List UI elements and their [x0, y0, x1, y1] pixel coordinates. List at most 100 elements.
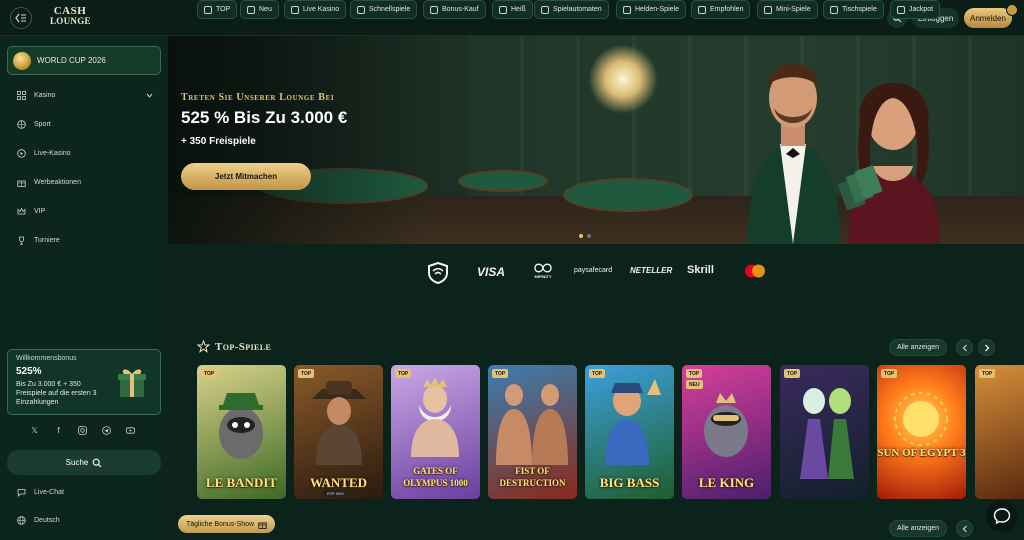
live-icon [291, 5, 299, 14]
top-badge: TOP [979, 369, 996, 378]
category-label: TOP [216, 6, 231, 13]
chevron-down-icon[interactable] [146, 93, 153, 98]
category-helden-spiele[interactable]: Helden-Spiele [616, 0, 686, 19]
visa-logo: VISA [477, 265, 506, 279]
category-jackpot[interactable]: Jackpot [890, 0, 941, 19]
sidebar-item-label: Live-Kasino [34, 149, 71, 157]
crown-icon [16, 206, 26, 216]
game-title: LE BANDIT [205, 475, 278, 490]
category-heiss[interactable]: Heiß [492, 0, 533, 19]
skrill-logo: Skrill [687, 264, 714, 276]
mini-games-icon [764, 5, 772, 14]
category-spielautomaten[interactable]: Spielautomaten [534, 0, 609, 19]
category-label: Heiß [511, 6, 526, 13]
world-cup-banner[interactable]: WORLD CUP 2026 [7, 46, 161, 75]
gift-icon [16, 177, 26, 187]
fire-icon [499, 5, 507, 14]
join-now-button[interactable]: Jetzt Mitmachen [181, 163, 311, 190]
hero-icon [623, 5, 631, 14]
category-schnellspiele[interactable]: Schnellspiele [350, 0, 418, 19]
language-label: Deutsch [34, 516, 60, 524]
sidebar-item-sport[interactable]: Sport [16, 118, 51, 130]
carousel-next-button[interactable] [978, 339, 995, 356]
category-top[interactable]: TOP [197, 0, 238, 19]
sidebar-item-werbeaktionen[interactable]: Werbeaktionen [16, 176, 81, 188]
game-tile-big-bass[interactable]: TOP BIG BASS [585, 365, 674, 499]
category-tischspiele[interactable]: Tischspiele [823, 0, 884, 19]
game-title: SUN OF EGYPT 3 [877, 447, 966, 459]
daily-bonus-show-button[interactable]: Tägliche Bonus-Show [178, 515, 276, 533]
game-tile-partial[interactable]: TOP [975, 365, 1024, 499]
game-tile-wanted[interactable]: TOP WANTED RTP 96% [294, 365, 383, 499]
category-label: Mini-Spiele [776, 6, 811, 13]
second-section-show-all-button[interactable]: Alle anzeigen [889, 520, 947, 537]
poker-table-image [563, 178, 693, 212]
category-mini-spiele[interactable]: Mini-Spiele [757, 0, 818, 19]
category-label: Neu [259, 6, 272, 13]
category-empfohlen[interactable]: Empfohlen [691, 0, 751, 19]
sidebar-item-live-kasino[interactable]: Live-Kasino [16, 147, 71, 159]
game-title: WANTED [309, 475, 368, 490]
sidebar-item-label: VIP [34, 207, 46, 215]
category-live-kasino[interactable]: Live Kasino [284, 0, 347, 19]
gift-notification-icon[interactable] [1006, 4, 1018, 16]
top-badge: TOP [881, 369, 898, 378]
category-label: Live Kasino [303, 6, 340, 13]
game-tile-le-king[interactable]: TOP NEU LE KING [682, 365, 771, 499]
second-carousel-prev-button[interactable] [956, 520, 973, 537]
search-label: Suche [65, 458, 89, 467]
hero-dot-active[interactable] [579, 234, 583, 238]
welcome-bonus-card[interactable]: Willkommensbonus 525% Bis Zu 3.000 € + 3… [7, 349, 161, 415]
youtube-icon[interactable] [126, 426, 135, 435]
game-tile-gates-of-olympus[interactable]: TOP GATES OF OLYMPUS 1000 [391, 365, 480, 499]
instagram-icon[interactable] [78, 426, 87, 435]
game-tile-skeleton[interactable]: TOP [780, 365, 869, 499]
category-bonus-kauf[interactable]: Bonus-Kauf [423, 0, 486, 19]
brand-logo[interactable]: CASH LOUNGE [50, 5, 91, 27]
menu-toggle-icon[interactable] [10, 7, 32, 29]
bonus-icon [430, 5, 438, 14]
facebook-icon[interactable]: f [54, 426, 63, 435]
game-tile-sun-of-egypt-3[interactable]: TOP SUN OF EGYPT 3 [877, 365, 966, 499]
top-badge: TOP [201, 369, 218, 378]
mastercard-logo [743, 263, 767, 279]
sidebar-item-label: Sport [34, 120, 51, 128]
register-button[interactable]: Anmelden [964, 8, 1012, 28]
top-badge: TOP [686, 369, 703, 378]
game-tile-le-bandit[interactable]: TOP LE BANDIT [197, 365, 286, 499]
x-icon[interactable]: 𝕏 [30, 426, 39, 435]
logo-line2: LOUNGE [50, 16, 91, 26]
sidebar-item-turniere[interactable]: Turniere [16, 234, 60, 246]
bonus-description: Bis Zu 3.000 € + 350 Freispiele auf die … [16, 381, 97, 406]
woman-in-red-dress-image [838, 82, 940, 244]
slot-icon [541, 5, 549, 14]
skeleton-character-image [800, 388, 854, 479]
hero-banner[interactable]: Treten Sie Unserer Lounge Bei 525 % Bis … [168, 36, 1024, 244]
hero-dot[interactable] [587, 234, 591, 238]
category-neu[interactable]: Neu [240, 0, 279, 19]
top-badge: TOP [784, 369, 801, 378]
sidebar-search-button[interactable]: Suche [7, 450, 161, 475]
sidebar-language[interactable]: Deutsch [16, 514, 60, 526]
star-icon [204, 5, 212, 14]
top-games-title: Top-Spiele [197, 340, 271, 353]
carousel-prev-button[interactable] [956, 339, 973, 356]
hero-pagination[interactable] [579, 234, 591, 238]
star-icon [197, 340, 210, 353]
live-chat-fab[interactable] [986, 500, 1018, 532]
thumbs-up-icon [698, 5, 706, 14]
sidebar-item-kasino[interactable]: Kasino [16, 89, 55, 101]
game-title: LE KING [698, 475, 755, 490]
game-tile-fist-of-destruction[interactable]: TOP FIST OF DESTRUCTION [488, 365, 577, 499]
chat-bubble-icon [993, 508, 1011, 525]
top-badge: TOP [298, 369, 315, 378]
logo-line1: CASH [53, 5, 87, 17]
sidebar-live-chat[interactable]: Live-Chat [16, 486, 64, 498]
category-label: Spielautomaten [553, 6, 602, 13]
sidebar-item-vip[interactable]: VIP [16, 205, 45, 217]
telegram-icon[interactable] [102, 426, 111, 435]
top-games-show-all-button[interactable]: Alle anzeigen [889, 339, 947, 356]
game-title: BIG BASS [599, 475, 660, 490]
sun-icon [894, 392, 948, 446]
category-label: Jackpot [909, 6, 934, 13]
